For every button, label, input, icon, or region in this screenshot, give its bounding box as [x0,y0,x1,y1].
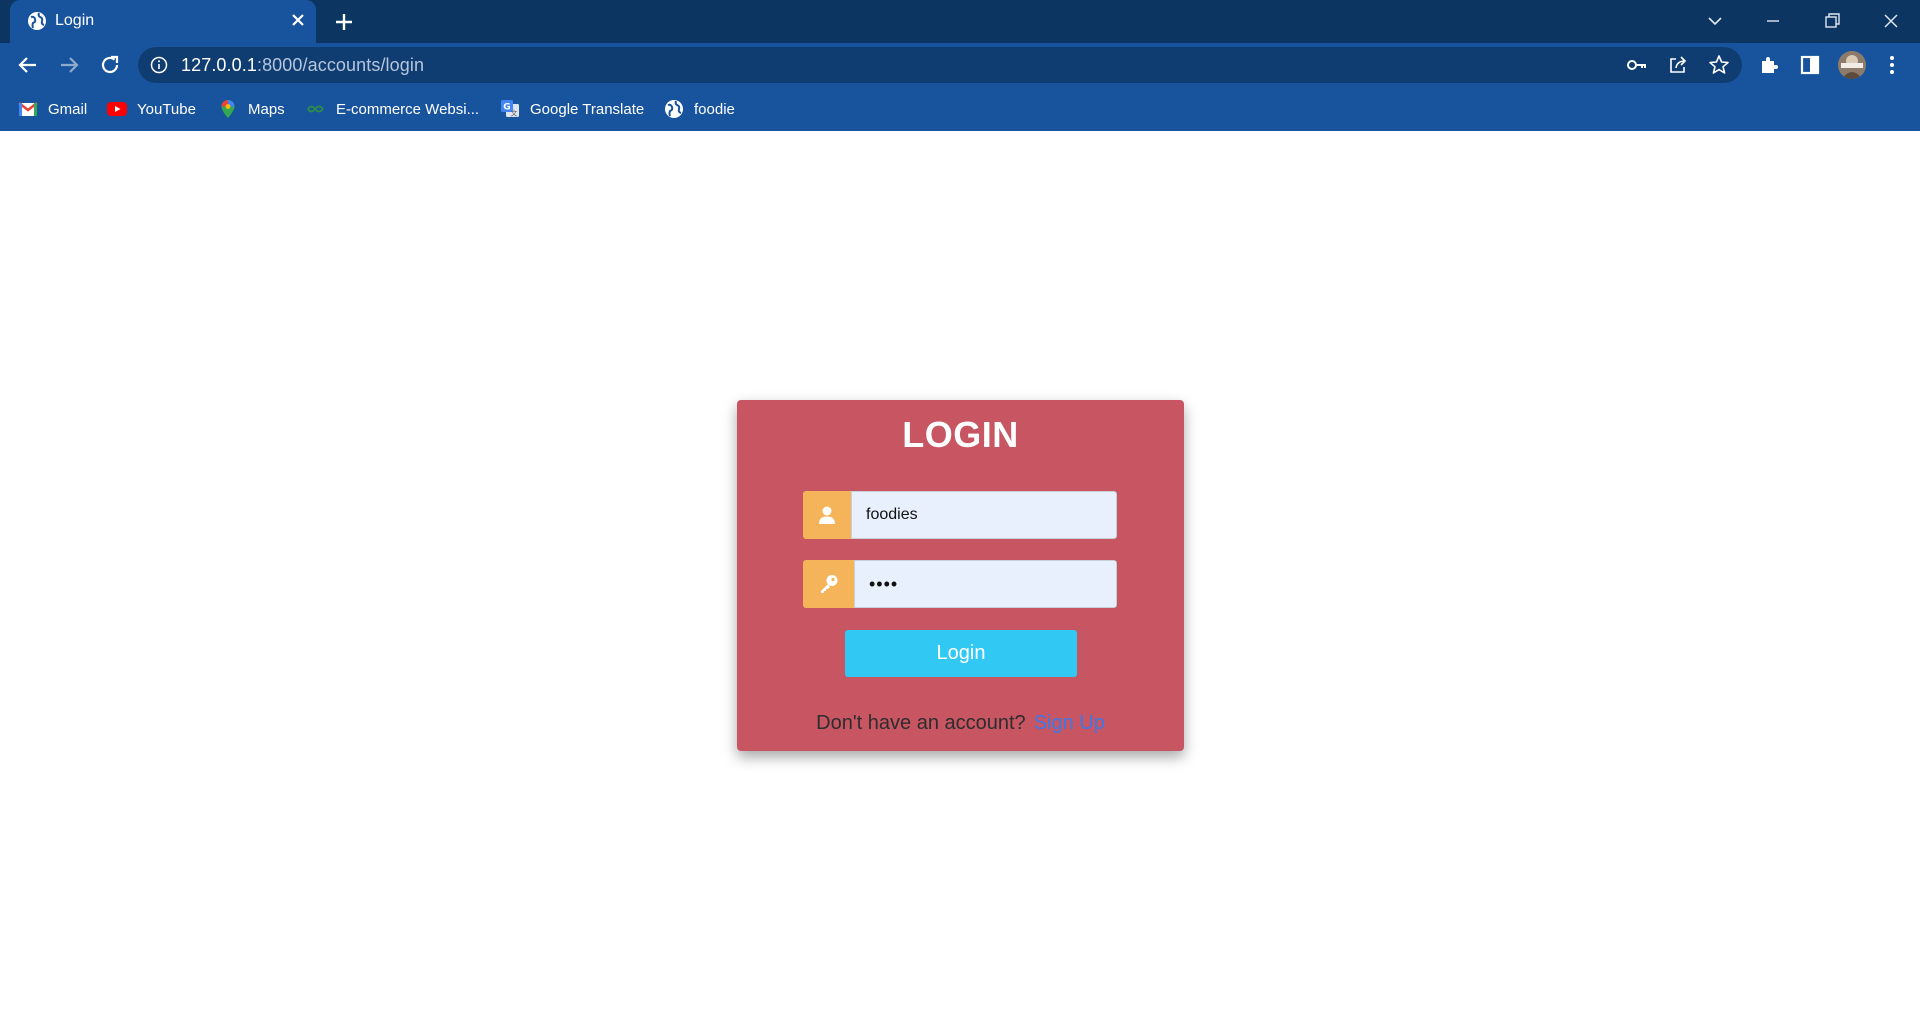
bookmark-google-translate[interactable]: G 文 Google Translate [500,98,644,120]
bookmark-gmail[interactable]: Gmail [18,98,87,120]
youtube-icon [107,102,127,116]
username-input[interactable]: foodies [851,491,1117,539]
login-card: LOGIN foodies •••• Login Don't have an a… [737,400,1184,751]
bookmark-maps[interactable]: Maps [218,98,285,120]
signup-link[interactable]: Sign Up [1034,712,1105,734]
close-tab-icon[interactable] [287,9,309,31]
url-path: :8000/accounts/login [256,55,425,75]
address-bar[interactable]: 127.0.0.1:8000/accounts/login [138,47,1742,83]
globe-icon [665,100,683,118]
gmail-icon [18,102,38,116]
signup-prompt: Don't have an account? [816,712,1026,734]
more-menu-icon[interactable] [1879,52,1905,78]
url-host: 127.0.0.1 [181,55,257,75]
signup-row: Don't have an account? Sign Up [737,712,1184,735]
reload-icon[interactable] [97,52,123,78]
bookmark-label: Google Translate [530,100,645,118]
bookmark-ecommerce[interactable]: E-commerce Websi... [306,98,479,120]
tab-title: Login [55,12,95,29]
extensions-icon[interactable] [1756,52,1782,78]
share-icon[interactable] [1666,53,1690,77]
back-arrow-icon[interactable] [15,52,41,78]
minimize-icon[interactable] [1758,6,1788,36]
login-title: LOGIN [902,414,1019,455]
key-icon[interactable] [1625,53,1649,77]
bookmark-label: foodie [694,100,735,118]
bookmark-label: Gmail [48,100,88,118]
password-icon-box [803,560,854,608]
globe-icon [28,12,46,30]
bookmarks-bar: Gmail YouTube Maps E-commerce Websi... G… [0,87,1920,131]
user-icon [819,506,835,524]
forward-arrow-icon[interactable] [56,52,82,78]
close-window-icon[interactable] [1876,6,1906,36]
bookmark-label: Maps [248,100,285,118]
url-text[interactable]: 127.0.0.1:8000/accounts/login [181,55,424,76]
side-panel-icon[interactable] [1797,52,1823,78]
restore-icon[interactable] [1817,6,1847,36]
username-icon-box [803,491,851,539]
key-icon [820,575,837,593]
translate-icon: G 文 [501,100,519,118]
bookmark-star-icon[interactable] [1707,53,1731,77]
browser-toolbar: 127.0.0.1:8000/accounts/login [0,43,1920,87]
avatar-image [1838,51,1866,79]
tab-strip: Login [0,0,1920,43]
password-input[interactable]: •••• [854,560,1117,608]
password-field: •••• [803,560,1117,608]
ecommerce-icon [307,105,324,113]
tab-search-icon[interactable] [1700,6,1730,36]
bookmark-foodie[interactable]: foodie [664,98,735,120]
site-info-icon[interactable] [150,56,168,74]
bookmark-label: E-commerce Websi... [336,100,480,118]
profile-avatar[interactable] [1838,51,1866,79]
username-field: foodies [803,491,1117,539]
login-button[interactable]: Login [845,630,1077,677]
svg-text:文: 文 [511,109,518,118]
browser-tab[interactable]: Login [10,0,316,43]
bookmark-label: YouTube [137,100,196,118]
new-tab-icon[interactable] [331,9,357,35]
maps-icon [221,100,235,118]
bookmark-youtube[interactable]: YouTube [107,98,196,120]
